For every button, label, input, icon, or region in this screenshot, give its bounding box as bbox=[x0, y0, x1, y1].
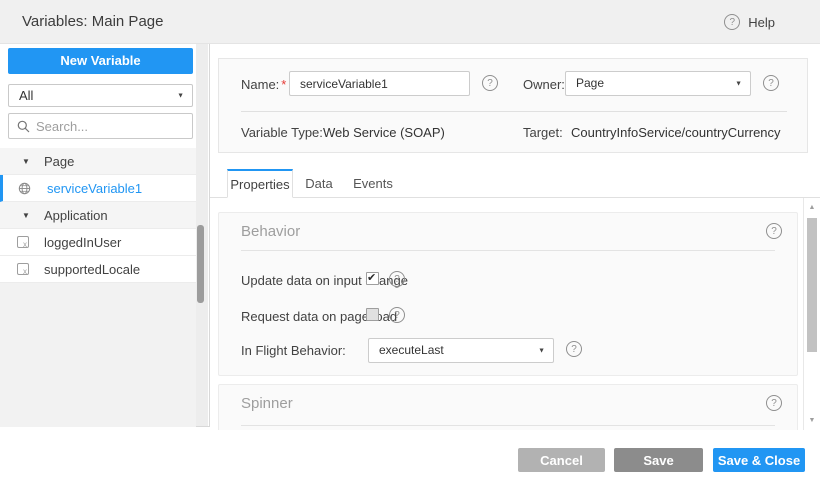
in-flight-behavior-help-icon[interactable]: ? bbox=[566, 341, 582, 357]
owner-select[interactable]: Page ▼ bbox=[565, 71, 751, 96]
help-link[interactable]: ? Help bbox=[724, 0, 775, 44]
tree-item-label: loggedInUser bbox=[44, 235, 121, 250]
owner-help-icon[interactable]: ? bbox=[763, 75, 779, 91]
name-help-icon[interactable]: ? bbox=[482, 75, 498, 91]
check-icon: ✔ bbox=[367, 271, 376, 284]
request-data-checkbox[interactable]: ✔ bbox=[366, 308, 379, 321]
sidebar-scrollbar-thumb[interactable] bbox=[197, 225, 204, 303]
cancel-button[interactable]: Cancel bbox=[518, 448, 605, 472]
search-input[interactable] bbox=[36, 119, 176, 134]
update-data-label: Update data on input change bbox=[241, 273, 408, 288]
variables-sidebar: New Variable All ▼ ▼ Page bbox=[0, 44, 210, 427]
tree-group-label: Application bbox=[44, 208, 108, 223]
new-variable-button[interactable]: New Variable bbox=[8, 48, 193, 74]
save-and-close-button[interactable]: Save & Close bbox=[713, 448, 805, 472]
chevron-down-icon: ▼ bbox=[538, 339, 545, 362]
spinner-section: Spinner ? bbox=[218, 384, 798, 430]
tree-group-label: Page bbox=[44, 154, 74, 169]
save-button[interactable]: Save bbox=[614, 448, 703, 472]
panel-divider bbox=[241, 111, 787, 112]
tree-empty-area bbox=[0, 283, 196, 427]
update-data-help-icon[interactable]: ? bbox=[389, 271, 405, 287]
dialog-header: Variables: Main Page ? Help bbox=[0, 0, 820, 44]
required-marker: * bbox=[281, 77, 286, 92]
behavior-help-icon[interactable]: ? bbox=[766, 223, 782, 239]
in-flight-behavior-label: In Flight Behavior: bbox=[241, 343, 346, 358]
variable-summary-panel: Name:* ? Owner:* Page ▼ ? Variable Type:… bbox=[218, 58, 808, 153]
content-scrollbar[interactable]: ▲ ▼ bbox=[803, 198, 819, 430]
variables-dialog: Variables: Main Page ? Help New Variable… bbox=[0, 0, 820, 487]
variable-icon: x bbox=[17, 263, 30, 276]
variable-type-label: Variable Type: bbox=[241, 125, 323, 140]
variable-icon: x bbox=[17, 236, 30, 249]
request-data-help-icon[interactable]: ? bbox=[389, 307, 405, 323]
web-service-icon bbox=[18, 182, 31, 195]
tree-collapse-icon[interactable]: ▼ bbox=[22, 211, 30, 220]
sidebar-scrollbar[interactable] bbox=[196, 44, 208, 426]
content-scrollbar-thumb[interactable] bbox=[807, 218, 817, 352]
owner-value: Page bbox=[576, 76, 604, 90]
search-box bbox=[8, 113, 193, 139]
name-input[interactable] bbox=[289, 71, 470, 96]
tab-properties[interactable]: Properties bbox=[227, 169, 293, 198]
variable-filter-select[interactable]: All ▼ bbox=[8, 84, 193, 107]
help-icon: ? bbox=[724, 14, 740, 30]
spinner-section-title: Spinner bbox=[241, 395, 293, 412]
tree-collapse-icon[interactable]: ▼ bbox=[22, 157, 30, 166]
tree-item-label: supportedLocale bbox=[44, 262, 140, 277]
properties-tab-content: Behavior ? Update data on input change ✔… bbox=[210, 198, 803, 430]
chevron-down-icon: ▼ bbox=[735, 72, 742, 95]
tree-item-supportedlocale[interactable]: x supportedLocale bbox=[0, 256, 196, 283]
section-divider bbox=[241, 250, 775, 251]
search-icon bbox=[17, 120, 30, 133]
target-value: CountryInfoService/countryCurrency bbox=[571, 125, 781, 140]
scroll-up-icon[interactable]: ▲ bbox=[804, 204, 820, 211]
in-flight-behavior-select[interactable]: executeLast ▼ bbox=[368, 338, 554, 363]
variable-filter-value: All bbox=[19, 88, 33, 103]
scroll-down-icon[interactable]: ▼ bbox=[804, 417, 820, 424]
section-divider bbox=[241, 425, 775, 426]
tree-item-label: serviceVariable1 bbox=[47, 181, 142, 196]
in-flight-behavior-value: executeLast bbox=[379, 343, 444, 357]
target-label: Target: bbox=[523, 125, 563, 140]
tree-item-loggedinuser[interactable]: x loggedInUser bbox=[0, 229, 196, 256]
tree-group-page[interactable]: ▼ Page bbox=[0, 148, 196, 175]
behavior-section-title: Behavior bbox=[241, 223, 300, 240]
chevron-down-icon: ▼ bbox=[177, 85, 184, 106]
variable-type-value: Web Service (SOAP) bbox=[323, 125, 445, 140]
tree-group-application[interactable]: ▼ Application bbox=[0, 202, 196, 229]
update-data-checkbox[interactable]: ✔ bbox=[366, 272, 379, 285]
spinner-help-icon[interactable]: ? bbox=[766, 395, 782, 411]
name-label: Name:* bbox=[241, 77, 286, 92]
help-label: Help bbox=[748, 15, 775, 30]
tab-events[interactable]: Events bbox=[345, 169, 401, 198]
behavior-section: Behavior ? Update data on input change ✔… bbox=[218, 212, 798, 376]
variables-tree: ▼ Page serviceVariable1 ▼ Applicati bbox=[0, 148, 196, 283]
page-title: Variables: Main Page bbox=[22, 0, 163, 44]
tab-data[interactable]: Data bbox=[293, 169, 345, 198]
tree-item-servicevariable1[interactable]: serviceVariable1 bbox=[0, 175, 196, 202]
